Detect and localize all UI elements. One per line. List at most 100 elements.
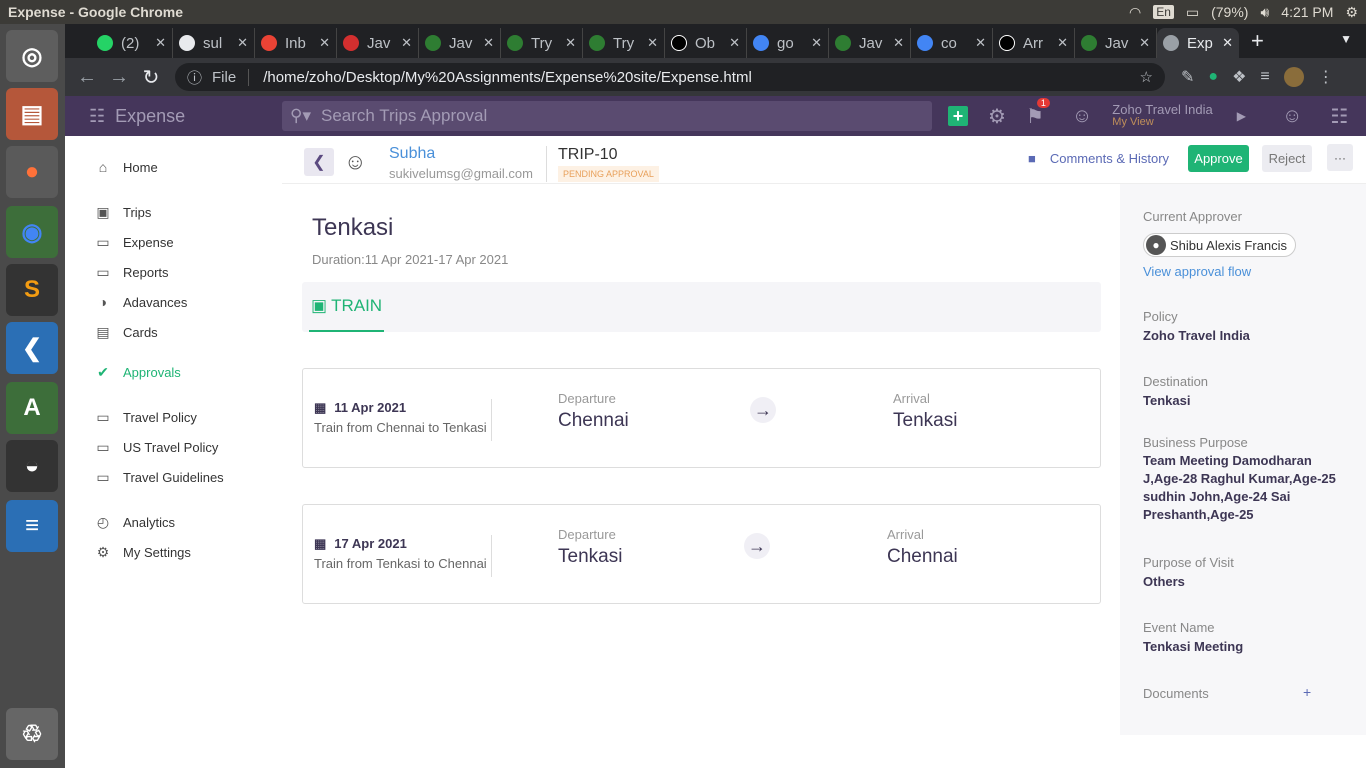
close-tab-icon[interactable]: ✕	[155, 35, 166, 51]
wifi-icon[interactable]: ◠	[1129, 4, 1141, 21]
firefox-icon[interactable]: ●	[6, 146, 58, 198]
browser-tab[interactable]: Jav ✕	[829, 28, 911, 58]
sublime-text-icon[interactable]: S	[6, 264, 58, 316]
files-icon[interactable]: ▤	[6, 88, 58, 140]
policy-label: Policy	[1143, 309, 1178, 324]
sidebar-item-expense[interactable]: ▭ Expense	[95, 234, 173, 251]
close-tab-icon[interactable]: ✕	[1139, 35, 1150, 51]
user-name[interactable]: Subha	[389, 145, 435, 163]
close-tab-icon[interactable]: ✕	[729, 35, 740, 51]
browser-tab[interactable]: Jav ✕	[337, 28, 419, 58]
vscode-icon[interactable]: ❮	[6, 322, 58, 374]
eyedropper-icon[interactable]: ✎	[1181, 67, 1194, 87]
more-options-button[interactable]: ···	[1327, 144, 1353, 171]
itinerary-card[interactable]: ▦ 11 Apr 2021 Train from Chennai to Tenka…	[302, 368, 1101, 468]
browser-tab-active[interactable]: Exp ✕	[1157, 28, 1239, 58]
add-document-icon[interactable]: +	[1303, 684, 1311, 700]
browser-tab[interactable]: Try ✕	[583, 28, 665, 58]
notifications-bell-icon[interactable]: ⚑ 1	[1026, 97, 1050, 129]
chrome-menu-icon[interactable]: ⋮	[1318, 67, 1334, 87]
help-icon[interactable]: ☺	[1282, 105, 1302, 128]
browser-tab[interactable]: co ✕	[911, 28, 993, 58]
browser-tab[interactable]: (2) ✕	[91, 28, 173, 58]
url-text[interactable]: /home/zoho/Desktop/My%20Assignments/Expe…	[263, 69, 1139, 86]
comments-history-link[interactable]: ■ Comments & History	[1028, 151, 1169, 166]
browser-tab[interactable]: Ob ✕	[665, 28, 747, 58]
close-tab-icon[interactable]: ✕	[893, 35, 904, 51]
back-arrow-icon[interactable]: ←	[71, 66, 103, 89]
folder-icon: ▭	[96, 234, 110, 250]
settings-gear-icon[interactable]: ⚙	[1345, 4, 1358, 21]
puzzle-extensions-icon[interactable]: ❖	[1232, 67, 1246, 87]
view-approval-flow-link[interactable]: View approval flow	[1143, 264, 1251, 279]
sidebar-item-travel-guidelines[interactable]: ▭ Travel Guidelines	[95, 469, 223, 486]
chrome-icon[interactable]: ◉	[6, 206, 58, 258]
approve-button[interactable]: Approve	[1188, 145, 1249, 172]
settings-gear-icon[interactable]: ⚙	[988, 104, 1006, 129]
users-icon[interactable]: ☺	[1072, 105, 1092, 128]
software-updater-icon[interactable]: A	[6, 382, 58, 434]
sidebar-item-travel-policy[interactable]: ▭ Travel Policy	[95, 409, 197, 426]
address-bar[interactable]: ⓘ File /home/zoho/Desktop/My%20Assignmen…	[175, 63, 1165, 91]
trash-icon[interactable]: ♲	[6, 708, 58, 760]
sidebar-item-home[interactable]: ⌂ Home	[95, 159, 158, 175]
headphones-icon[interactable]: ◒	[6, 440, 58, 492]
approver-chip[interactable]: ● Shibu Alexis Francis	[1143, 233, 1297, 257]
browser-tab[interactable]: Try ✕	[501, 28, 583, 58]
back-button[interactable]: ❮	[304, 148, 334, 176]
sidebar-item-reports[interactable]: ▭ Reports	[95, 264, 168, 281]
new-tab-button[interactable]: +	[1239, 28, 1276, 58]
sidebar-item-my-settings[interactable]: ⚙ My Settings	[95, 544, 191, 561]
browser-tab[interactable]: go ✕	[747, 28, 829, 58]
bookmark-star-icon[interactable]: ☆	[1140, 68, 1153, 86]
close-tab-icon[interactable]: ✕	[1057, 35, 1068, 51]
close-tab-icon[interactable]: ✕	[565, 35, 576, 51]
sidebar-item-cards[interactable]: ▤ Cards	[95, 324, 157, 341]
app-logo[interactable]: ☷ Expense	[65, 106, 282, 127]
close-tab-icon[interactable]: ✕	[975, 35, 986, 51]
ubuntu-dash-icon[interactable]: ◎	[6, 30, 58, 82]
close-tab-icon[interactable]: ✕	[1222, 35, 1233, 51]
green-extension-icon[interactable]: ●	[1208, 68, 1218, 86]
apps-grid-icon[interactable]: ☷	[1330, 104, 1348, 129]
sidebar-item-advances[interactable]: ◑ Adavances	[95, 294, 188, 310]
close-tab-icon[interactable]: ✕	[811, 35, 822, 51]
org-switcher[interactable]: Zoho Travel India My View	[1112, 103, 1212, 129]
browser-tab[interactable]: Jav ✕	[419, 28, 501, 58]
search-bar[interactable]: ⚲︎▾ Search Trips Approval	[282, 101, 932, 131]
info-icon[interactable]: ⓘ	[187, 67, 202, 88]
browser-tab[interactable]: Jav ✕	[1075, 28, 1157, 58]
chevron-right-icon[interactable]: ▶	[1237, 109, 1246, 123]
browser-tab[interactable]: Inb ✕	[255, 28, 337, 58]
close-tab-icon[interactable]: ✕	[483, 35, 494, 51]
reload-icon[interactable]: ↻	[135, 65, 167, 90]
text-editor-icon[interactable]: ≡	[6, 500, 58, 552]
browser-tab[interactable]: sul ✕	[173, 28, 255, 58]
gauge-icon: ◑	[98, 294, 108, 310]
search-input[interactable]: Search Trips Approval	[321, 106, 487, 126]
close-tab-icon[interactable]: ✕	[237, 35, 248, 51]
media-queue-icon[interactable]: ≡	[1260, 68, 1269, 86]
sidebar-item-analytics[interactable]: ◴ Analytics	[95, 514, 175, 531]
add-new-button[interactable]: +	[948, 106, 968, 126]
reject-button[interactable]: Reject	[1262, 145, 1312, 172]
close-tab-icon[interactable]: ✕	[647, 35, 658, 51]
browser-tab[interactable]: Arr ✕	[993, 28, 1075, 58]
tab-favicon-icon	[1163, 35, 1179, 51]
close-tab-icon[interactable]: ✕	[401, 35, 412, 51]
sidebar-item-trips[interactable]: ▣ Trips	[95, 204, 151, 221]
language-indicator[interactable]: En	[1153, 5, 1174, 19]
clock[interactable]: 4:21 PM	[1281, 4, 1333, 20]
forward-arrow-icon[interactable]: →	[103, 66, 135, 89]
search-icon[interactable]: ⚲︎▾	[290, 106, 311, 126]
sidebar-item-approvals[interactable]: ✔ Approvals	[95, 364, 181, 381]
tab-search-icon[interactable]: ▼	[1340, 32, 1352, 46]
volume-icon[interactable]: 🔊︎	[1260, 4, 1269, 21]
battery-percent[interactable]: (79%)	[1211, 4, 1248, 20]
close-tab-icon[interactable]: ✕	[319, 35, 330, 51]
battery-icon[interactable]: ▭	[1186, 4, 1199, 21]
profile-avatar[interactable]	[1283, 67, 1304, 87]
tab-train[interactable]: ▣ TRAIN	[309, 282, 385, 332]
sidebar-item-us-travel-policy[interactable]: ▭ US Travel Policy	[95, 439, 218, 456]
itinerary-card[interactable]: ▦ 17 Apr 2021 Train from Tenkasi to Chenn…	[302, 504, 1101, 604]
